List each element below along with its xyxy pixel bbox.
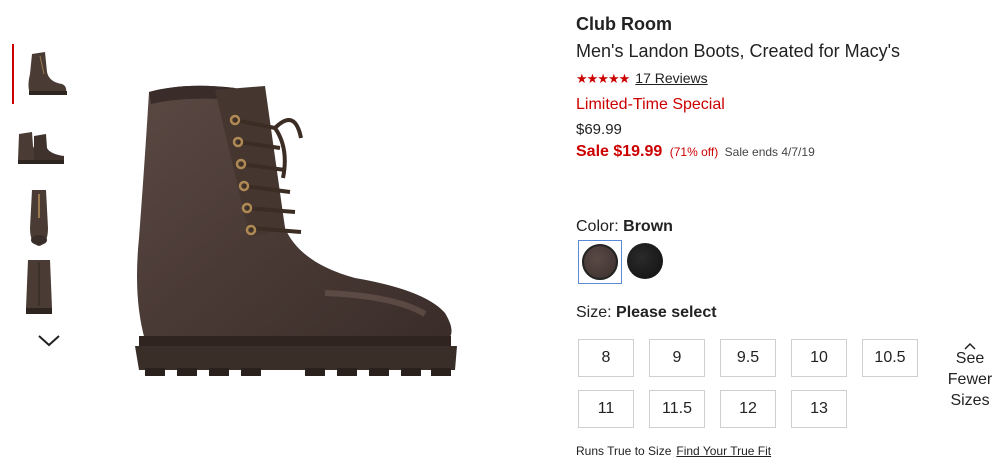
brand-name[interactable]: Club Room bbox=[576, 14, 672, 35]
chevron-down-icon[interactable] bbox=[36, 332, 62, 348]
sale-price-row: Sale $19.99 (71% off) Sale ends 4/7/19 bbox=[576, 143, 815, 161]
thumbnail-pair-view[interactable] bbox=[12, 118, 68, 178]
color-swatch-brown[interactable] bbox=[578, 240, 622, 284]
size-option[interactable]: 8 bbox=[578, 339, 634, 377]
see-fewer-sizes-button[interactable]: See Fewer Sizes bbox=[940, 336, 1000, 411]
size-option[interactable]: 11 bbox=[578, 390, 634, 428]
boot-pair-thumbnail-image bbox=[18, 132, 64, 164]
thumbnail-side-view[interactable] bbox=[12, 44, 70, 104]
sale-price: Sale $19.99 bbox=[576, 143, 663, 160]
rating-row: ★★★★★ 17 Reviews bbox=[576, 70, 708, 87]
size-option[interactable]: 12 bbox=[720, 390, 776, 428]
true-fit-link[interactable]: Find Your True Fit bbox=[676, 444, 771, 458]
see-fewer-line-3: Sizes bbox=[950, 392, 990, 409]
brown-boot-image bbox=[135, 85, 457, 376]
original-price: $69.99 bbox=[576, 121, 622, 138]
selected-color: Brown bbox=[623, 218, 673, 235]
size-option[interactable]: 9 bbox=[649, 339, 705, 377]
sale-end-date: Sale ends 4/7/19 bbox=[724, 145, 815, 159]
brown-swatch-circle bbox=[582, 244, 618, 280]
promo-label: Limited-Time Special bbox=[576, 96, 725, 113]
discount-percent: (71% off) bbox=[669, 145, 719, 159]
main-product-image bbox=[125, 78, 465, 438]
product-title: Men's Landon Boots, Created for Macy's bbox=[576, 41, 901, 61]
color-swatch-black[interactable] bbox=[624, 240, 668, 284]
see-fewer-line-2: Fewer bbox=[947, 371, 993, 388]
see-fewer-line-1: See bbox=[955, 350, 985, 367]
color-label: Color: bbox=[576, 218, 619, 235]
thumbnail-front-view[interactable] bbox=[12, 188, 68, 248]
size-option[interactable]: 9.5 bbox=[720, 339, 776, 377]
fit-text: Runs True to Size bbox=[576, 444, 672, 458]
fit-row: Runs True to Size Find Your True Fit bbox=[576, 444, 771, 458]
size-option[interactable]: 11.5 bbox=[649, 390, 705, 428]
size-label-row: Size: Please select bbox=[576, 304, 717, 322]
size-option[interactable]: 10 bbox=[791, 339, 847, 377]
size-option[interactable]: 13 bbox=[791, 390, 847, 428]
thumbnail-back-view[interactable] bbox=[12, 258, 68, 318]
star-rating-icon: ★★★★★ bbox=[576, 71, 630, 86]
black-swatch-circle bbox=[627, 243, 663, 279]
size-selection-prompt: Please select bbox=[616, 304, 717, 321]
reviews-link[interactable]: 17 Reviews bbox=[635, 70, 707, 86]
boot-back-thumbnail-image bbox=[26, 260, 52, 314]
size-label: Size: bbox=[576, 304, 612, 321]
boot-side-thumbnail-image bbox=[28, 52, 67, 95]
color-label-row: Color: Brown bbox=[576, 218, 673, 236]
boot-front-thumbnail-image bbox=[30, 190, 48, 246]
size-option[interactable]: 10.5 bbox=[862, 339, 918, 377]
chevron-up-icon bbox=[940, 336, 1000, 350]
